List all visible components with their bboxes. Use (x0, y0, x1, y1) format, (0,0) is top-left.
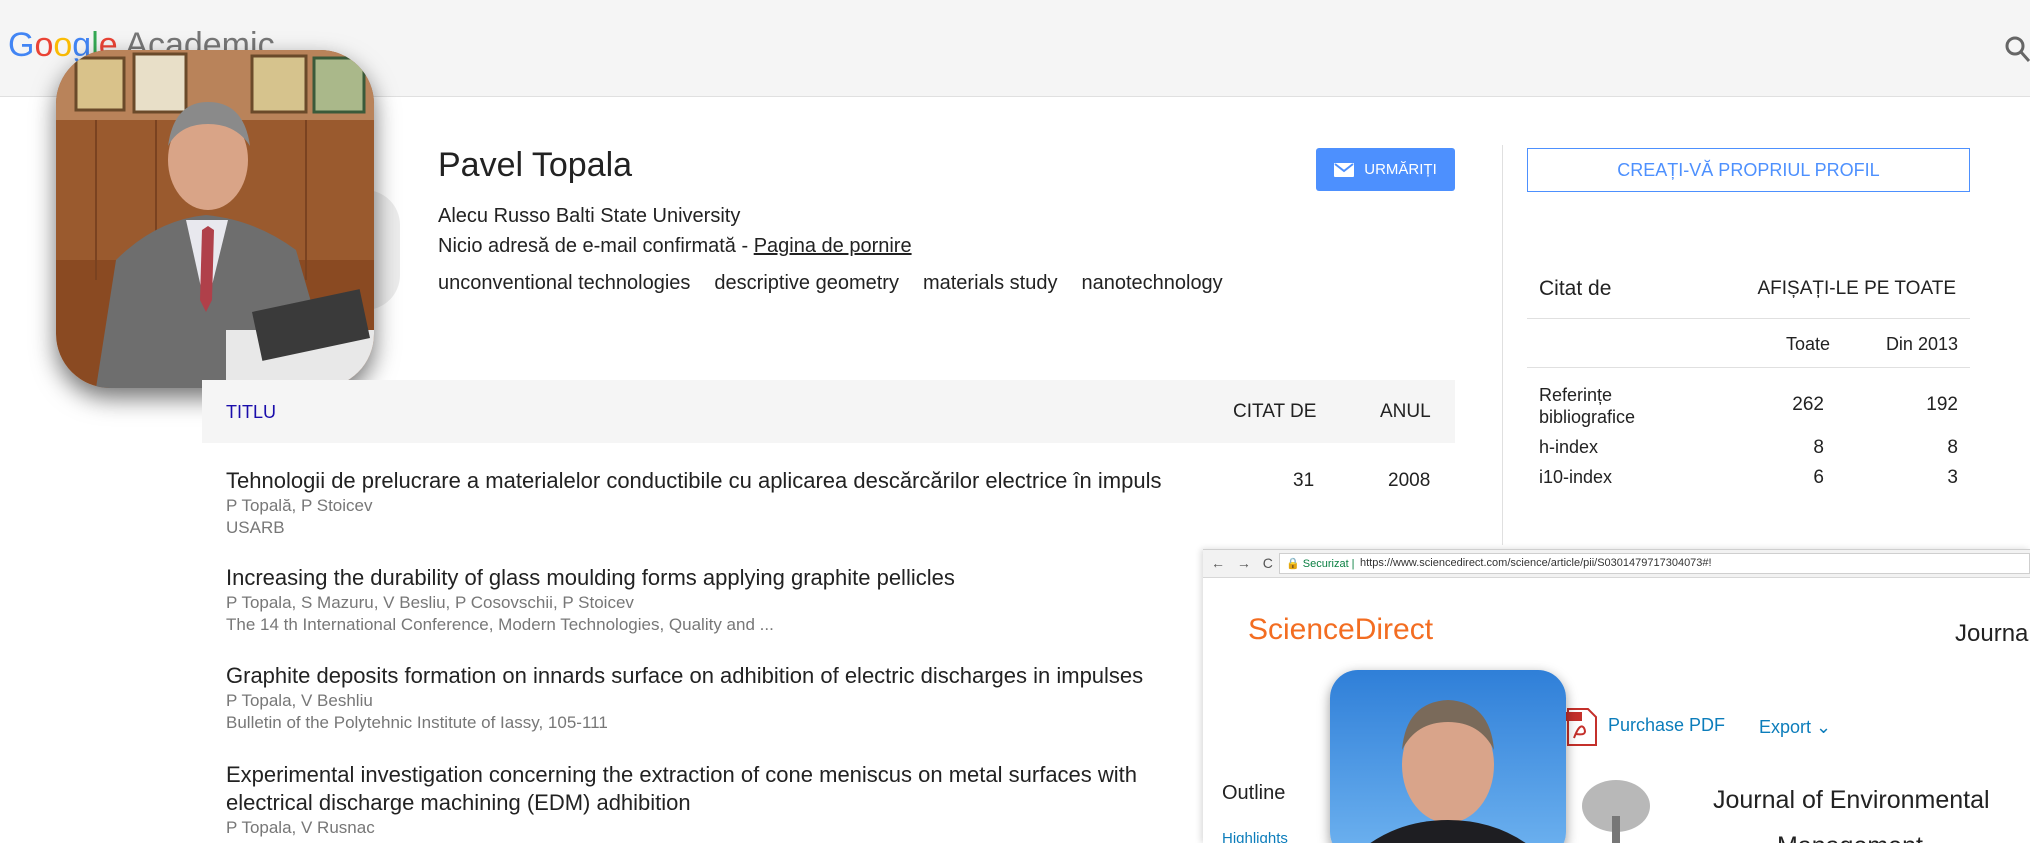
article-authors: P Topala, V Rusnac (226, 818, 375, 837)
outline-heading: Outline (1222, 782, 1286, 804)
stat-since: 8 (1947, 437, 1958, 458)
export-dropdown[interactable]: Export ⌄ (1759, 717, 1831, 738)
stat-label: Referințe bibliografice (1539, 385, 1636, 427)
article-venue: USARB (226, 518, 285, 537)
profile-photo (56, 50, 374, 388)
stat-all: 262 (1792, 394, 1824, 415)
nav-buttons[interactable]: ← → C (1211, 555, 1277, 571)
profile-affiliation: Alecu Russo Balti State University (438, 205, 741, 227)
stat-row-i10-index: i10-index 6 3 (1527, 467, 1970, 491)
interest-link[interactable]: nanotechnology (1081, 272, 1222, 295)
journal-title[interactable]: Journal of Environmental (1713, 786, 1990, 815)
column-divider (1502, 145, 1503, 545)
article-cited-count[interactable]: 31 (1293, 470, 1314, 492)
sort-by-title[interactable]: TITLU (226, 402, 276, 423)
export-label: Export (1759, 717, 1812, 737)
article-title[interactable]: Experimental investigation concerning th… (226, 761, 1186, 817)
article-title[interactable]: Graphite deposits formation on innards s… (226, 662, 1216, 690)
url-text: https://www.sciencedirect.com/science/ar… (1360, 557, 1712, 569)
article-row: Graphite deposits formation on innards s… (226, 662, 1216, 734)
logo-letter: o (34, 26, 54, 64)
article-row: Experimental investigation concerning th… (226, 761, 1186, 839)
profile-email-line: Nicio adresă de e-mail confirmată - Pagi… (438, 235, 912, 258)
secure-text: Securizat (1302, 558, 1349, 570)
article-venue: The 14 th International Conference, Mode… (226, 615, 774, 634)
article-row: Tehnologii de prelucrare a materialelor … (226, 467, 1216, 539)
chevron-down-icon: ⌄ (1816, 717, 1832, 737)
stat-label: h-index (1539, 437, 1599, 457)
cited-by-header: Citat de AFIȘAȚI-LE PE TOATE (1527, 272, 1970, 319)
secure-label: 🔒 Securizat | (1286, 558, 1355, 570)
interests-list: unconventional technologies descriptive … (438, 272, 1223, 295)
search-icon[interactable] (2004, 34, 2030, 64)
highlights-link[interactable]: Highlights (1222, 830, 1288, 843)
article-authors: P Topala, S Mazuru, V Besliu, P Cosovsch… (226, 593, 634, 612)
stat-row-citations: Referințe bibliografice 262 192 (1527, 384, 1970, 432)
email-status: Nicio adresă de e-mail confirmată - (438, 235, 754, 257)
pdf-icon (1566, 708, 1597, 746)
interest-link[interactable]: descriptive geometry (714, 272, 899, 295)
purchase-pdf-link[interactable]: Purchase PDF (1608, 715, 1725, 736)
mail-icon (1334, 162, 1355, 177)
article-title[interactable]: Increasing the durability of glass mould… (226, 564, 1216, 592)
article-venue: Bulletin of the Polytehnic Institute of … (226, 713, 608, 732)
page: Google Academic Pavel Topala Alecu Russo… (0, 0, 2030, 843)
stat-since: 3 (1947, 467, 1958, 488)
logo-letter: G (8, 26, 35, 64)
show-all-link[interactable]: AFIȘAȚI-LE PE TOATE (1758, 278, 1957, 300)
stat-label: i10-index (1539, 467, 1613, 487)
interest-link[interactable]: unconventional technologies (438, 272, 690, 295)
article-year: 2008 (1388, 470, 1431, 491)
article-title[interactable]: Tehnologii de prelucrare a materialelor … (226, 467, 1216, 495)
create-profile-button[interactable]: CREAȚI-VĂ PROPRIUL PROFIL (1527, 148, 1970, 192)
col-since: Din 2013 (1885, 334, 1958, 354)
journal-title-cont[interactable]: Management (1777, 832, 1923, 843)
article-authors: P Topală, P Stoicev (226, 496, 373, 515)
url-box[interactable]: 🔒 Securizat | https://www.sciencedirect.… (1279, 553, 2030, 574)
follow-label: URMĂRIȚI (1364, 161, 1437, 178)
stat-since: 192 (1926, 394, 1958, 415)
sciencedirect-logo[interactable]: ScienceDirect (1248, 613, 1433, 647)
interest-link[interactable]: materials study (923, 272, 1058, 295)
follow-button[interactable]: URMĂRIȚI (1316, 148, 1455, 191)
journals-link[interactable]: Journals (1955, 620, 2030, 648)
stat-all: 8 (1813, 437, 1824, 458)
cited-by-columns: Toate Din 2013 (1527, 320, 1970, 368)
col-all: Toate (1785, 334, 1830, 354)
stat-all: 6 (1813, 467, 1824, 488)
inset-address-bar: ← → C 🔒 Securizat | https://www.scienced… (1203, 550, 2030, 578)
overlay-portrait-photo (1330, 670, 1566, 843)
homepage-link[interactable]: Pagina de pornire (754, 235, 912, 257)
elsevier-tree-logo (1566, 776, 1654, 843)
logo-letter: o (53, 26, 73, 64)
article-row: Increasing the durability of glass mould… (226, 564, 1216, 636)
stat-row-h-index: h-index 8 8 (1527, 437, 1970, 461)
sort-by-year[interactable]: ANUL (1380, 401, 1431, 423)
cited-by-title: Citat de (1539, 277, 1612, 300)
profile-name: Pavel Topala (438, 146, 633, 184)
articles-table-header: TITLU CITAT DE ANUL (202, 380, 1455, 443)
inset-browser-window: ← → C 🔒 Securizat | https://www.scienced… (1203, 549, 2030, 843)
article-authors: P Topala, V Beshliu (226, 691, 373, 710)
sort-by-cited[interactable]: CITAT DE (1233, 401, 1316, 423)
